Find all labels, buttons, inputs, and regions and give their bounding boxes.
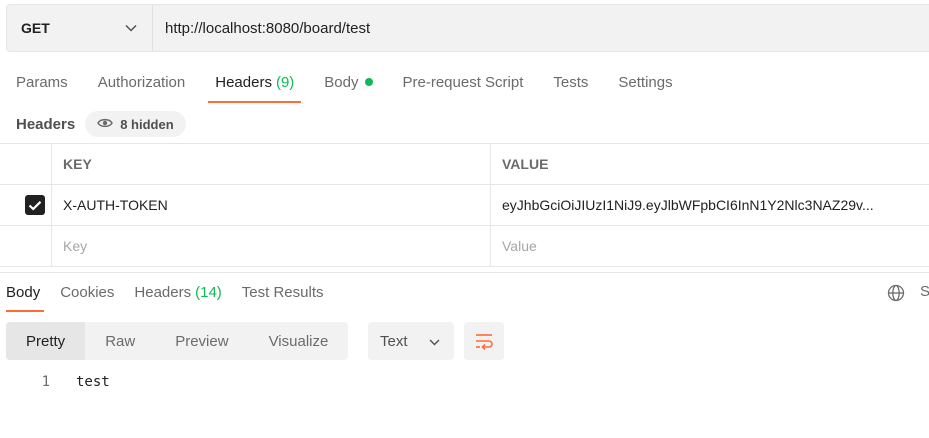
headers-toolbar: Headers 8 hidden [16,110,186,138]
chevron-down-icon [429,333,440,350]
eye-icon [97,117,114,132]
tab-label: Headers [134,284,192,301]
response-tab-body[interactable]: Body [0,273,50,312]
response-body-editor[interactable]: 1 test [0,374,110,390]
line-number: 1 [41,374,50,390]
header-key-field[interactable]: X-AUTH-TOKEN [52,185,491,225]
request-tabs: Params Authorization Headers (9) Body Pre… [0,60,688,104]
response-tabs: Body Cookies Headers (14) Test Results S [0,272,929,312]
tab-label: Body [324,73,359,91]
method-select[interactable]: GET [7,5,153,51]
format-select[interactable]: Text [368,322,454,360]
response-tab-test-results[interactable]: Test Results [232,273,334,312]
checkmark-icon [28,200,41,211]
hidden-headers-toggle[interactable]: 8 hidden [85,111,186,137]
view-visualize[interactable]: Visualize [249,322,349,360]
new-key-input[interactable]: Key [52,226,491,266]
tab-label: Authorization [97,73,186,91]
header-value-text: eyJhbGciOiJIUzI1NiJ9.eyJlbWFpbCI6InN1Y2N… [502,197,874,213]
response-tab-cookies[interactable]: Cookies [50,273,124,312]
body-indicator-dot-icon [364,78,373,86]
view-pretty[interactable]: Pretty [6,322,86,360]
row-checkbox-cell [0,185,52,225]
row-checkbox[interactable] [24,195,45,215]
hidden-count-label: 8 hidden [120,116,174,132]
tab-settings[interactable]: Settings [603,60,687,104]
wrap-lines-icon [476,334,493,350]
table-header-row: KEY VALUE [0,144,929,185]
view-preview[interactable]: Preview [155,322,248,360]
method-label: GET [21,20,50,36]
tab-label: Tests [553,73,589,91]
tab-headers[interactable]: Headers (9) [200,60,309,104]
tab-body[interactable]: Body [309,60,387,104]
tab-label: Params [16,73,68,91]
headers-table: KEY VALUE X-AUTH-TOKEN eyJhbGciOiJIUzI1N… [0,143,929,267]
format-selected: Text [380,332,408,350]
response-tab-headers[interactable]: Headers (14) [124,273,231,312]
headers-section-title: Headers [16,115,76,133]
view-mode-selector: Pretty Raw Preview Visualize [6,322,349,360]
globe-icon[interactable] [887,284,905,302]
code-line: test [76,374,110,390]
save-response-button[interactable]: S [920,283,929,300]
table-row-empty: Key Value [0,226,929,267]
check-column-header [0,144,52,184]
header-value-field[interactable]: eyJhbGciOiJIUzI1NiJ9.eyJlbWFpbCI6InN1Y2N… [491,185,929,225]
url-input[interactable]: http://localhost:8080/board/test [153,20,370,37]
tab-label: Test Results [241,284,324,301]
table-row: X-AUTH-TOKEN eyJhbGciOiJIUzI1NiJ9.eyJlbW… [0,185,929,226]
value-column-header: VALUE [502,156,549,172]
tab-params[interactable]: Params [0,60,83,104]
tab-count: (9) [275,73,295,91]
empty-checkbox-cell [0,226,52,266]
tab-label: Cookies [60,284,115,301]
tab-authorization[interactable]: Authorization [83,60,201,104]
wrap-lines-button[interactable] [464,322,504,360]
tab-label: Headers [215,73,272,91]
request-bar: GET http://localhost:8080/board/test [6,4,929,52]
tab-pre-request-script[interactable]: Pre-request Script [388,60,539,104]
chevron-down-icon [124,21,138,35]
tab-count: (14) [195,284,222,301]
tab-label: Body [6,284,41,301]
key-column-header: KEY [52,144,491,184]
new-value-input[interactable]: Value [491,226,929,266]
view-raw[interactable]: Raw [85,322,155,360]
tab-label: Pre-request Script [402,73,524,91]
tab-label: Settings [618,73,673,91]
tab-tests[interactable]: Tests [538,60,603,104]
